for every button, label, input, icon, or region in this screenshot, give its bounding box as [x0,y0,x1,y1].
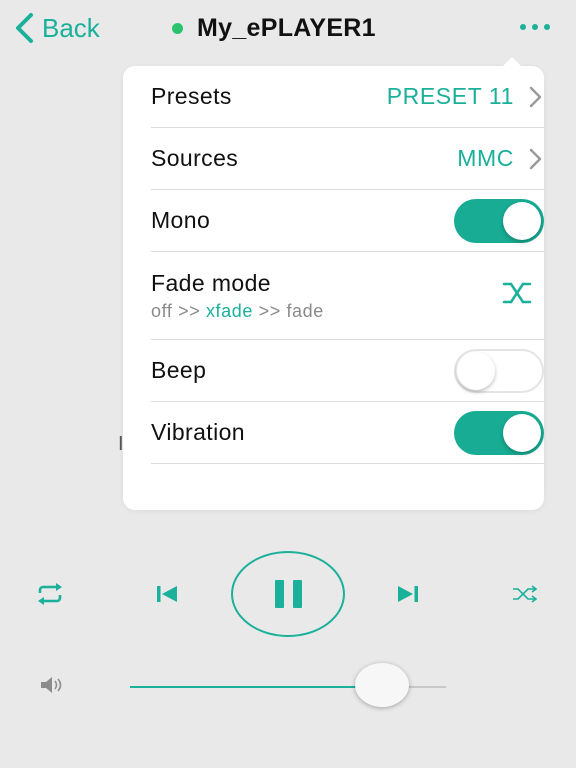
previous-button[interactable] [156,585,178,603]
crossfade-icon[interactable] [502,280,532,311]
beep-toggle[interactable] [454,348,544,393]
page-title: My_ePLAYER1 [197,14,376,42]
repeat-icon [36,582,64,606]
sources-label: Sources [151,145,239,171]
volume-slider-fill [130,686,377,688]
volume-slider-thumb[interactable] [355,663,409,707]
pause-icon [274,580,302,608]
fade-separator: >> [258,300,281,321]
vibration-label: Vibration [151,419,245,445]
mono-toggle[interactable] [454,198,544,243]
connection-status-dot [172,23,183,34]
settings-menu: Presets PRESET 11 Sources MMC Mono Fade … [123,57,544,510]
menu-row-sources[interactable]: Sources MMC [151,128,544,190]
chevron-left-icon [12,12,36,44]
more-dot-icon [532,24,538,30]
chevron-right-icon [528,148,542,170]
toggle-knob [503,201,541,240]
fade-option-fade: fade [286,300,324,321]
sources-value: MMC [457,145,514,171]
more-options-button[interactable] [520,24,550,30]
shuffle-icon [512,585,538,603]
more-dot-icon [520,24,526,30]
fade-option-xfade: xfade [205,300,253,321]
back-button[interactable]: Back [12,12,100,44]
menu-row-vibration: Vibration [151,402,544,464]
next-button[interactable] [397,585,419,603]
toggle-knob [503,413,541,452]
next-icon [397,585,419,603]
vibration-toggle[interactable] [454,410,544,455]
speaker-icon [40,676,64,699]
fade-separator: >> [178,300,201,321]
mono-label: Mono [151,207,211,233]
toggle-knob [457,351,495,390]
fade-option-off: off [151,300,173,321]
presets-value: PRESET 11 [386,83,514,109]
repeat-button[interactable] [36,582,64,606]
fade-mode-label: Fade mode [151,269,271,296]
chevron-right-icon [528,86,542,108]
back-label: Back [42,12,100,43]
menu-row-beep: Beep [151,340,544,402]
menu-row-fade-mode[interactable]: Fade mode off >> xfade >> fade [151,252,544,340]
shuffle-button[interactable] [512,585,538,603]
fade-mode-options: off >> xfade >> fade [151,301,324,322]
presets-label: Presets [151,83,232,109]
more-dot-icon [544,24,550,30]
device-title: My_ePLAYER1 [172,14,376,43]
menu-row-mono: Mono [151,190,544,252]
pause-button[interactable] [231,551,345,637]
beep-label: Beep [151,357,207,383]
previous-icon [156,585,178,603]
menu-row-presets[interactable]: Presets PRESET 11 [151,66,544,128]
